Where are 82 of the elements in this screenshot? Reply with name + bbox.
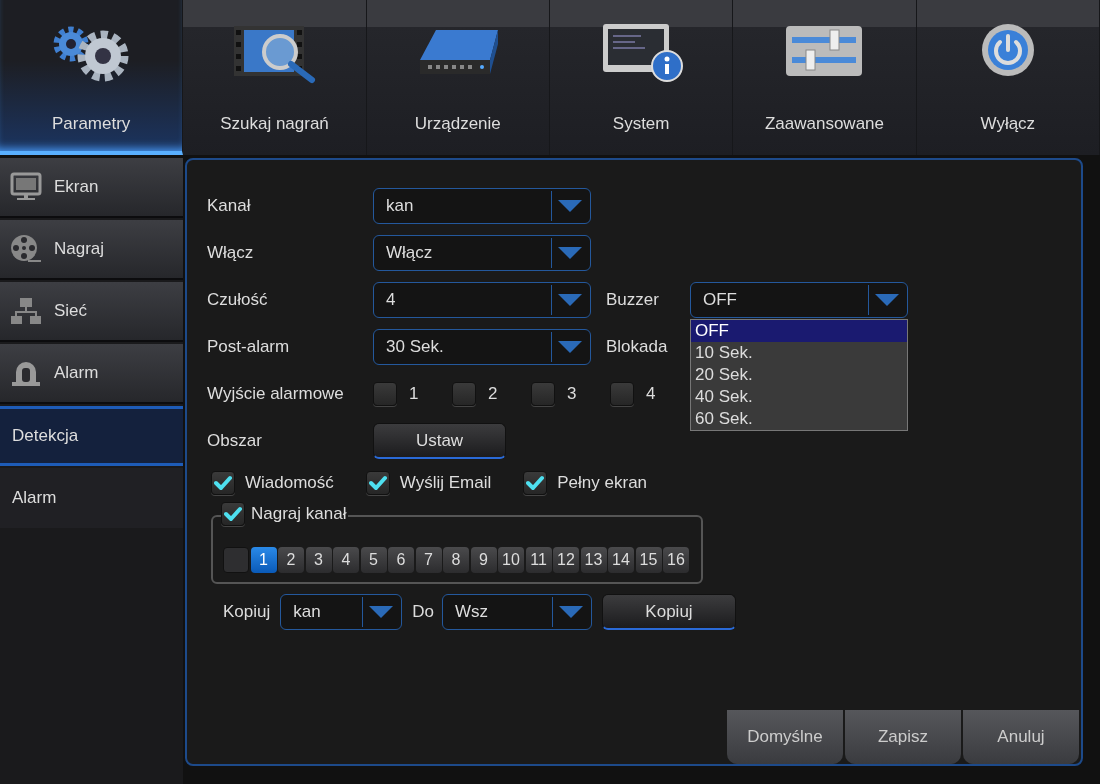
caret-icon [369,606,394,618]
sidebar-item[interactable]: Alarm [0,344,183,404]
copy-button[interactable]: Kopiuj [602,594,736,630]
channel-button[interactable]: 11 [525,547,552,573]
channel-button[interactable]: 2 [278,547,304,573]
checkbox-label: Pełny ekran [557,473,648,493]
channel-button[interactable]: 1 [250,547,277,573]
field-label: Kopiuj [223,602,271,622]
checkbox[interactable] [373,382,397,406]
checkbox[interactable] [365,471,390,495]
checkbox-label: Wiadomość [245,473,334,493]
checkbox-label: 4 [646,384,656,404]
dropdown-option[interactable]: OFF [691,320,907,342]
sidebar-item[interactable]: Alarm [0,468,183,528]
caret-icon [559,606,583,618]
channel-button[interactable]: 4 [333,547,359,573]
checkbox[interactable] [523,471,548,495]
monitor-icon [10,172,42,202]
field-label: Czułość [207,290,269,310]
channel-button[interactable]: 13 [580,547,607,573]
dropdown[interactable]: kan [280,594,403,630]
dropdown[interactable]: Włącz [373,235,591,271]
channel-button[interactable]: 9 [470,547,497,573]
dropdown[interactable]: 30 Sek. [373,329,591,365]
dropdown[interactable]: kan [373,188,591,224]
field-label: Kanał [207,196,252,216]
nav-tab[interactable]: Parametry [0,0,184,155]
nav-tab[interactable]: System [550,0,734,155]
film-reel-icon [10,234,42,264]
channel-button[interactable]: 7 [415,547,442,573]
set-button[interactable]: Ustaw [373,423,506,459]
field-label: Blokada [606,337,669,357]
checkbox-label: Nagraj kanał [251,504,347,524]
dropdown-option[interactable]: 40 Sek. [691,386,907,408]
channel-button[interactable]: 15 [635,547,662,573]
select-all-checkbox[interactable] [223,547,249,573]
checkbox[interactable] [531,382,555,406]
channel-button[interactable]: 16 [663,547,689,573]
checkbox-label: 2 [488,384,498,404]
field-label: Buzzer [606,290,660,310]
channel-button[interactable]: 14 [608,547,634,573]
dropdown-option[interactable]: 20 Sek. [691,364,907,386]
sidebar-item[interactable]: Ekran [0,158,183,218]
channel-button[interactable]: 5 [360,547,387,573]
field-label: Post-alarm [207,337,291,357]
sidebar-item[interactable]: Nagraj [0,220,183,280]
footer-button[interactable]: Anuluj [963,710,1079,764]
nav-tab[interactable]: Szukaj nagrań [183,0,367,155]
dropdown-option[interactable]: 60 Sek. [691,408,907,430]
field-label: Wyjście alarmowe [207,384,345,404]
dropdown[interactable]: Wsz [442,594,592,630]
nav-tab[interactable]: Wyłącz [916,0,1100,155]
caret-icon [558,247,582,259]
footer-button[interactable]: Zapisz [845,710,961,764]
caret-icon [558,294,582,306]
network-icon [10,296,42,326]
channel-button[interactable]: 6 [388,547,414,573]
dropdown[interactable]: OFF [690,282,908,318]
channel-button[interactable]: 8 [443,547,469,573]
footer-button[interactable]: Domyślne [727,710,843,764]
checkbox-label: 3 [567,384,577,404]
field-label: Włącz [207,243,255,263]
channel-button[interactable]: 10 [498,547,524,573]
checkbox[interactable] [211,471,235,495]
dropdown[interactable]: 4 [373,282,591,318]
nav-tab[interactable]: Urządzenie [366,0,550,155]
caret-icon [875,294,899,306]
field-label: Obszar [207,431,263,451]
sidebar-item[interactable]: Sieć [0,282,183,342]
channel-button[interactable]: 3 [305,547,332,573]
sidebar-item[interactable]: Detekcja [0,406,183,466]
caret-icon [558,200,582,212]
checkbox-label: Wyślij Email [399,473,492,493]
checkbox-label: 1 [409,384,419,404]
checkbox[interactable] [452,382,476,406]
field-label: Do [412,602,434,622]
caret-icon [558,341,582,353]
channel-button[interactable]: 12 [553,547,579,573]
checkbox[interactable] [221,502,245,526]
nav-tab[interactable]: Zaawansowane [733,0,917,155]
dropdown-option[interactable]: 10 Sek. [691,342,907,364]
checkbox[interactable] [610,382,634,406]
